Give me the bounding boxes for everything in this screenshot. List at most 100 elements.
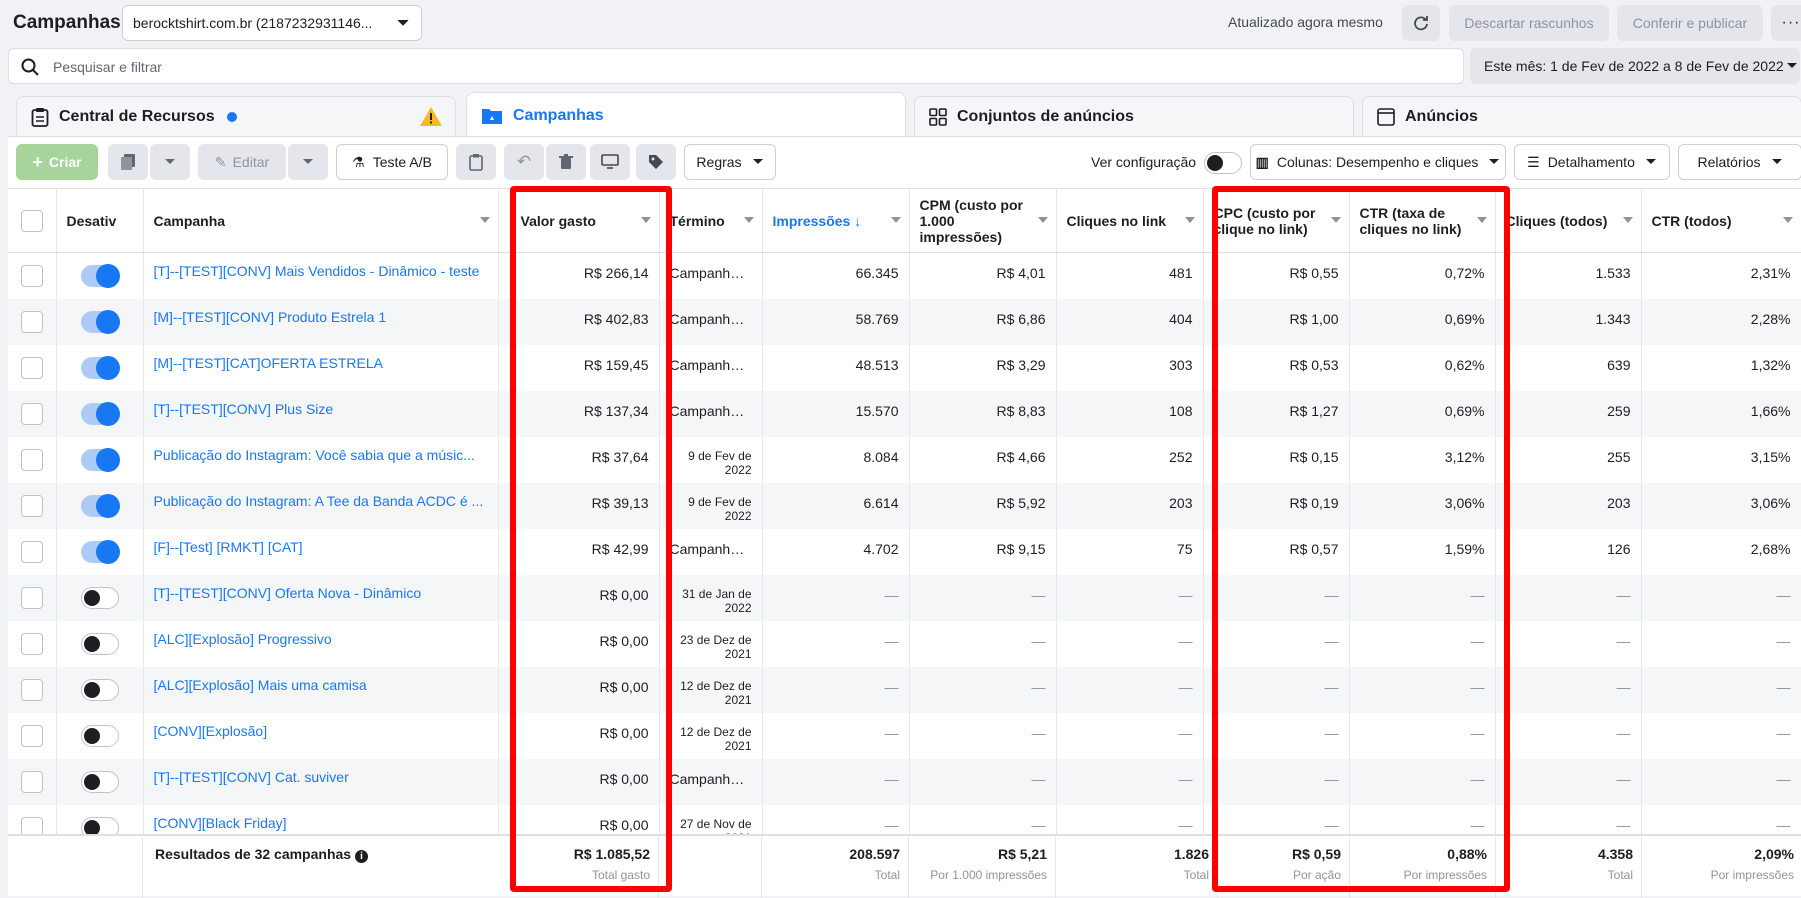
column-header-cpc[interactable]: CPC (custo por clique no link) xyxy=(1203,188,1350,253)
row-checkbox[interactable] xyxy=(20,632,43,655)
cell-ctr-all: 3,06% xyxy=(1641,482,1801,529)
clipboard-button[interactable] xyxy=(456,144,496,180)
campaign-name-link[interactable]: [T]--[TEST][CONV] Oferta Nova - Dinâmico xyxy=(143,574,499,621)
tab-resources[interactable]: Central de Recursos xyxy=(16,96,456,136)
campaign-name-link[interactable]: [F]--[Test] [RMKT] [CAT] xyxy=(143,528,499,575)
campaign-toggle[interactable] xyxy=(80,493,120,518)
total-cpc: R$ 0,59 Por ação xyxy=(1218,836,1350,898)
duplicate-menu-button[interactable] xyxy=(150,144,190,180)
campaign-toggle[interactable] xyxy=(80,586,119,609)
table-row[interactable]: [M]--[TEST][CONV] Produto Estrela 1 R$ 40… xyxy=(8,298,1801,345)
cell-cpm: — xyxy=(909,574,1057,621)
cell-ctr-all: — xyxy=(1641,758,1801,805)
rules-button[interactable]: Regras xyxy=(684,144,776,180)
column-header-toggle[interactable]: Desativ xyxy=(56,188,144,253)
campaign-toggle[interactable] xyxy=(80,678,119,701)
campaign-toggle[interactable] xyxy=(80,355,120,380)
date-range-picker[interactable]: Este mês: 1 de Fev de 2022 a 8 de Fev de… xyxy=(1470,48,1800,84)
review-publish-button[interactable]: Conferir e publicar xyxy=(1617,5,1763,41)
table-row[interactable]: [ALC][Explosão] Progressivo R$ 0,00 23 de … xyxy=(8,620,1801,667)
account-selector[interactable]: berocktshirt.com.br (2187232931146... xyxy=(122,5,422,41)
table-row[interactable]: [T]--[TEST][CONV] Plus Size R$ 137,34 Camp… xyxy=(8,390,1801,437)
edit-button[interactable]: ✎ Editar xyxy=(198,144,286,180)
table-row[interactable]: [CONV][Explosão] R$ 0,00 12 de Dez de 2021… xyxy=(8,712,1801,759)
tab-adsets[interactable]: Conjuntos de anúncios xyxy=(914,96,1354,136)
cell-ctr-link: 0,72% xyxy=(1349,252,1496,299)
table-row[interactable]: [T]--[TEST][CONV] Oferta Nova - Dinâmico… xyxy=(8,574,1801,621)
campaign-name-link[interactable]: [T]--[TEST][CONV] Cat. suviver xyxy=(143,758,499,805)
campaign-name-link[interactable]: [ALC][Explosão] Mais uma camisa xyxy=(143,666,499,713)
row-checkbox[interactable] xyxy=(20,494,43,517)
campaign-name-link[interactable]: [T]--[TEST][CONV] Mais Vendidos - Dinâmi… xyxy=(143,252,499,299)
row-checkbox[interactable] xyxy=(20,402,43,425)
campaign-toggle[interactable] xyxy=(80,264,120,288)
campaign-name-link[interactable]: Publicação do Instagram: Você sabia que … xyxy=(143,436,499,483)
refresh-button[interactable] xyxy=(1402,5,1440,41)
duplicate-button[interactable] xyxy=(108,144,148,180)
view-config-toggle[interactable] xyxy=(1204,152,1242,174)
breakdown-button[interactable]: ☰ Detalhamento xyxy=(1514,144,1670,180)
row-checkbox[interactable] xyxy=(20,310,43,333)
table-row[interactable]: [T]--[TEST][CONV] Mais Vendidos - Dinâmi… xyxy=(8,252,1801,299)
row-checkbox[interactable] xyxy=(20,586,43,609)
table-row[interactable]: Publicação do Instagram: Você sabia que … xyxy=(8,436,1801,483)
row-checkbox[interactable] xyxy=(20,265,43,287)
column-header-ctr-all[interactable]: CTR (todos) xyxy=(1641,188,1801,253)
table-row[interactable]: Publicação do Instagram: A Tee da Banda … xyxy=(8,482,1801,529)
select-all-checkbox[interactable] xyxy=(20,209,43,232)
discard-drafts-button[interactable]: Descartar rascunhos xyxy=(1449,5,1609,41)
preview-button[interactable] xyxy=(590,144,630,180)
info-icon[interactable]: i xyxy=(354,850,368,863)
total-ctr-link: 0,88% Por impressões xyxy=(1350,836,1496,898)
campaign-toggle[interactable] xyxy=(80,632,119,655)
campaign-name-link[interactable]: [M]--[TEST][CONV] Produto Estrela 1 xyxy=(143,298,499,345)
cell-link-clicks: 481 xyxy=(1056,252,1204,299)
column-header-campaign[interactable]: Campanha xyxy=(143,188,499,253)
cell-clicks-all: — xyxy=(1495,574,1642,621)
row-checkbox[interactable] xyxy=(20,448,43,471)
edit-menu-button[interactable] xyxy=(288,144,328,180)
column-header-ctr-link[interactable]: CTR (taxa de cliques no link) xyxy=(1349,188,1496,253)
campaign-toggle[interactable] xyxy=(80,447,120,472)
row-checkbox[interactable] xyxy=(20,724,43,747)
campaign-name-link[interactable]: [T]--[TEST][CONV] Plus Size xyxy=(143,390,499,437)
more-options-button[interactable]: ··· xyxy=(1771,5,1801,41)
column-header-impressions[interactable]: Impressões ↓ xyxy=(762,188,910,253)
column-header-link-clicks[interactable]: Cliques no link xyxy=(1056,188,1204,253)
campaign-toggle[interactable] xyxy=(80,401,120,426)
table-row[interactable]: [ALC][Explosão] Mais uma camisa R$ 0,00 12… xyxy=(8,666,1801,713)
campaign-name-link[interactable]: [ALC][Explosão] Progressivo xyxy=(143,620,499,667)
campaign-name-link[interactable]: [M]--[TEST][CAT]OFERTA ESTRELA xyxy=(143,344,499,391)
columns-button[interactable]: ▥ Colunas: Desempenho e cliques xyxy=(1250,144,1506,180)
tag-icon xyxy=(649,155,663,169)
create-button[interactable]: + Criar xyxy=(16,144,98,180)
ab-test-button[interactable]: ⚗ Teste A/B xyxy=(336,144,448,180)
row-checkbox[interactable] xyxy=(20,770,43,793)
row-checkbox[interactable] xyxy=(20,356,43,379)
search-input[interactable] xyxy=(53,55,1053,79)
campaign-name-link[interactable]: Publicação do Instagram: A Tee da Banda … xyxy=(143,482,499,529)
campaign-toggle[interactable] xyxy=(80,724,119,747)
row-checkbox[interactable] xyxy=(20,540,43,563)
table-row[interactable]: [M]--[TEST][CAT]OFERTA ESTRELA R$ 159,45 C… xyxy=(8,344,1801,391)
cell-ctr-all: 1,66% xyxy=(1641,390,1801,437)
undo-button[interactable]: ↶ xyxy=(504,144,544,180)
row-checkbox[interactable] xyxy=(20,678,43,701)
search-bar[interactable] xyxy=(8,48,1464,84)
table-row[interactable]: [T]--[TEST][CONV] Cat. suviver R$ 0,00 Cam… xyxy=(8,758,1801,805)
column-header-spent[interactable]: Valor gasto xyxy=(510,188,660,253)
column-header-clicks-all[interactable]: Cliques (todos) xyxy=(1495,188,1642,253)
tag-button[interactable] xyxy=(636,144,676,180)
table-row[interactable]: [F]--[Test] [RMKT] [CAT] R$ 42,99 Campanha… xyxy=(8,528,1801,575)
campaign-toggle[interactable] xyxy=(80,770,119,793)
campaign-toggle[interactable] xyxy=(80,309,120,334)
column-header-end[interactable]: Término xyxy=(659,188,763,253)
delete-button[interactable] xyxy=(546,144,586,180)
column-header-cpm[interactable]: CPM (custo por 1.000 impressões) xyxy=(909,188,1057,253)
campaign-name-link[interactable]: [CONV][Explosão] xyxy=(143,712,499,759)
campaign-toggle[interactable] xyxy=(80,539,120,564)
tab-ads[interactable]: Anúncios xyxy=(1362,96,1801,136)
cell-cpc: R$ 0,53 xyxy=(1203,344,1350,391)
reports-button[interactable]: Relatórios xyxy=(1678,144,1801,180)
tab-campaigns[interactable]: Campanhas xyxy=(466,92,906,138)
